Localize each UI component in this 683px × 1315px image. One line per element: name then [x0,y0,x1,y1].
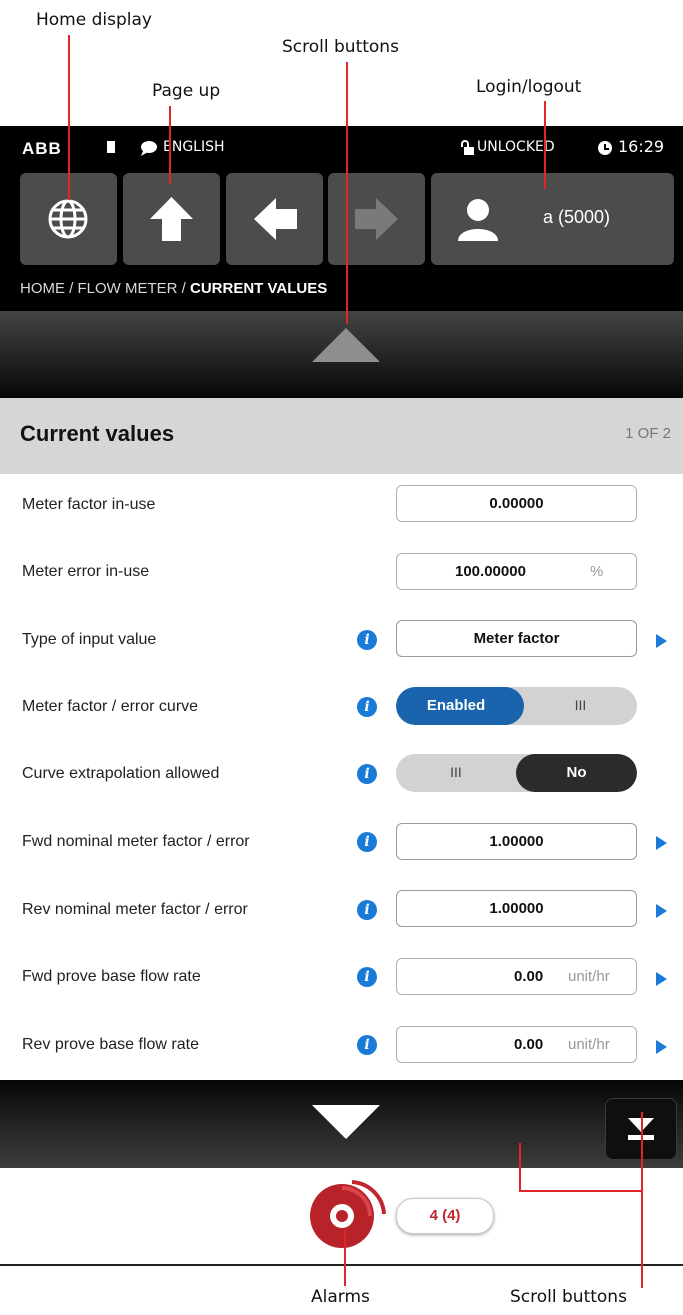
annotation-page-up: Page up [152,81,221,101]
row-label: Meter error in-use [22,563,150,580]
list-item[interactable]: Fwd prove base flow rate i 0.00 unit/hr [0,943,683,1011]
info-icon[interactable]: i [357,764,377,784]
login-logout-button[interactable]: a (5000) [431,173,674,265]
leader-line-scroll-bottom-h [519,1190,643,1192]
row-label: Meter factor in-use [22,496,156,513]
chevron-right-icon[interactable] [656,972,667,986]
toggle-on-segment: Enabled [396,687,524,725]
info-icon[interactable]: i [357,967,377,987]
row-label: Fwd prove base flow rate [22,968,201,985]
toggle-switch[interactable]: III No [396,754,637,792]
list-item: Curve extrapolation allowed i III No [0,742,683,810]
alarm-bell-icon[interactable] [306,1180,388,1254]
leader-line-scroll-bottom-a [519,1143,521,1191]
alarm-count: 4 (4) [429,1207,461,1224]
back-button[interactable] [226,173,323,265]
leader-line-scroll-bottom-b [641,1112,643,1288]
language-label[interactable]: ENGLISH [163,139,225,155]
toggle-on-label: Enabled [426,697,486,714]
info-icon[interactable]: i [357,1035,377,1055]
leader-line-home [68,35,70,200]
field-value: Meter factor [473,630,560,647]
leader-line-page-up [169,106,171,184]
lock-status: UNLOCKED [477,139,555,155]
scroll-down-bar[interactable] [0,1080,683,1168]
info-icon[interactable]: i [357,630,377,650]
annotation-scroll-buttons-top: Scroll buttons [282,37,399,57]
page-title: Current values [20,421,175,446]
chevron-right-icon[interactable] [656,904,667,918]
alarm-count-badge[interactable]: 4 (4) [396,1198,494,1234]
field-value: 0.00000 [489,495,544,512]
field-unit: % [590,563,604,580]
chevron-right-icon[interactable] [656,836,667,850]
arrow-up-icon [149,195,194,247]
info-icon[interactable]: i [357,900,377,920]
chevron-right-icon[interactable] [656,634,667,648]
select-field[interactable]: Meter factor [396,620,637,657]
field-unit: unit/hr [568,1036,610,1053]
toggle-handle-grip: III [574,697,587,713]
page-indicator: 1 OF 2 [625,425,671,442]
breadcrumb-current: CURRENT VALUES [190,280,328,297]
list-item[interactable]: Type of input value i Meter factor [0,608,683,676]
annotation-alarms: Alarms [311,1287,370,1307]
clock-time: 16:29 [618,137,665,156]
annotation-home-display: Home display [36,10,152,30]
scroll-down-icon [312,1105,380,1143]
scroll-up-bar[interactable] [0,311,683,398]
arrow-right-icon [354,198,400,244]
clock-icon [598,141,612,155]
row-label: Type of input value [22,631,157,648]
leader-line-login [544,101,546,189]
breadcrumb: HOME / FLOW METER / CURRENT VALUES [20,280,327,297]
value-field[interactable]: 1.00000 [396,823,637,860]
leader-line-alarms [344,1230,346,1286]
list-item[interactable]: Rev prove base flow rate i 0.00 unit/hr [0,1010,683,1080]
value-field[interactable]: 0.00 unit/hr [396,958,637,995]
forward-button[interactable] [328,173,425,265]
annotation-scroll-buttons-bottom: Scroll buttons [510,1287,627,1307]
field-value: 0.00 [514,968,544,985]
field-value: 1.00000 [489,833,544,850]
arrow-left-icon [252,198,298,244]
list-item[interactable]: Rev nominal meter factor / error i 1.000… [0,876,683,944]
value-field: 100.00000 % [396,553,637,590]
info-icon[interactable]: i [357,832,377,852]
user-label: a (5000) [543,207,611,227]
list-item[interactable]: Fwd nominal meter factor / error i 1.000… [0,809,683,877]
field-unit: unit/hr [568,968,610,985]
field-value: 1.00000 [489,900,544,917]
speech-bubble-icon [140,140,158,160]
unlock-icon [461,140,475,160]
page-up-button[interactable] [123,173,220,265]
leader-line-scroll-top [346,62,348,324]
breadcrumb-path[interactable]: HOME / FLOW METER / [20,280,190,297]
toggle-on-segment: No [516,754,637,792]
list-item: Meter factor / error curve i Enabled III [0,675,683,743]
scroll-up-icon [312,328,380,366]
toggle-handle-grip: III [450,764,462,780]
list-item: Meter error in-use 100.00000 % [0,541,683,609]
field-value: 100.00000 [455,563,526,580]
toggle-on-label: No [566,764,587,781]
row-label: Rev nominal meter factor / error [22,901,248,918]
chevron-right-icon[interactable] [656,1040,667,1054]
value-field[interactable]: 0.00 unit/hr [396,1026,637,1063]
user-icon [457,197,499,245]
annotation-login-logout: Login/logout [476,77,582,97]
toggle-switch[interactable]: Enabled III [396,687,637,725]
list-item: Meter factor in-use 0.00000 [0,474,683,542]
globe-icon [47,198,89,244]
row-label: Fwd nominal meter factor / error [22,833,250,850]
value-field[interactable]: 1.00000 [396,890,637,927]
row-label: Curve extrapolation allowed [22,765,220,782]
info-icon[interactable]: i [357,697,377,717]
row-label: Rev prove base flow rate [22,1036,199,1053]
row-label: Meter factor / error curve [22,698,199,715]
abb-logo: ABB [22,139,62,158]
field-value: 0.00 [514,1036,544,1053]
value-field: 0.00000 [396,485,637,522]
sd-card-icon [107,141,115,153]
